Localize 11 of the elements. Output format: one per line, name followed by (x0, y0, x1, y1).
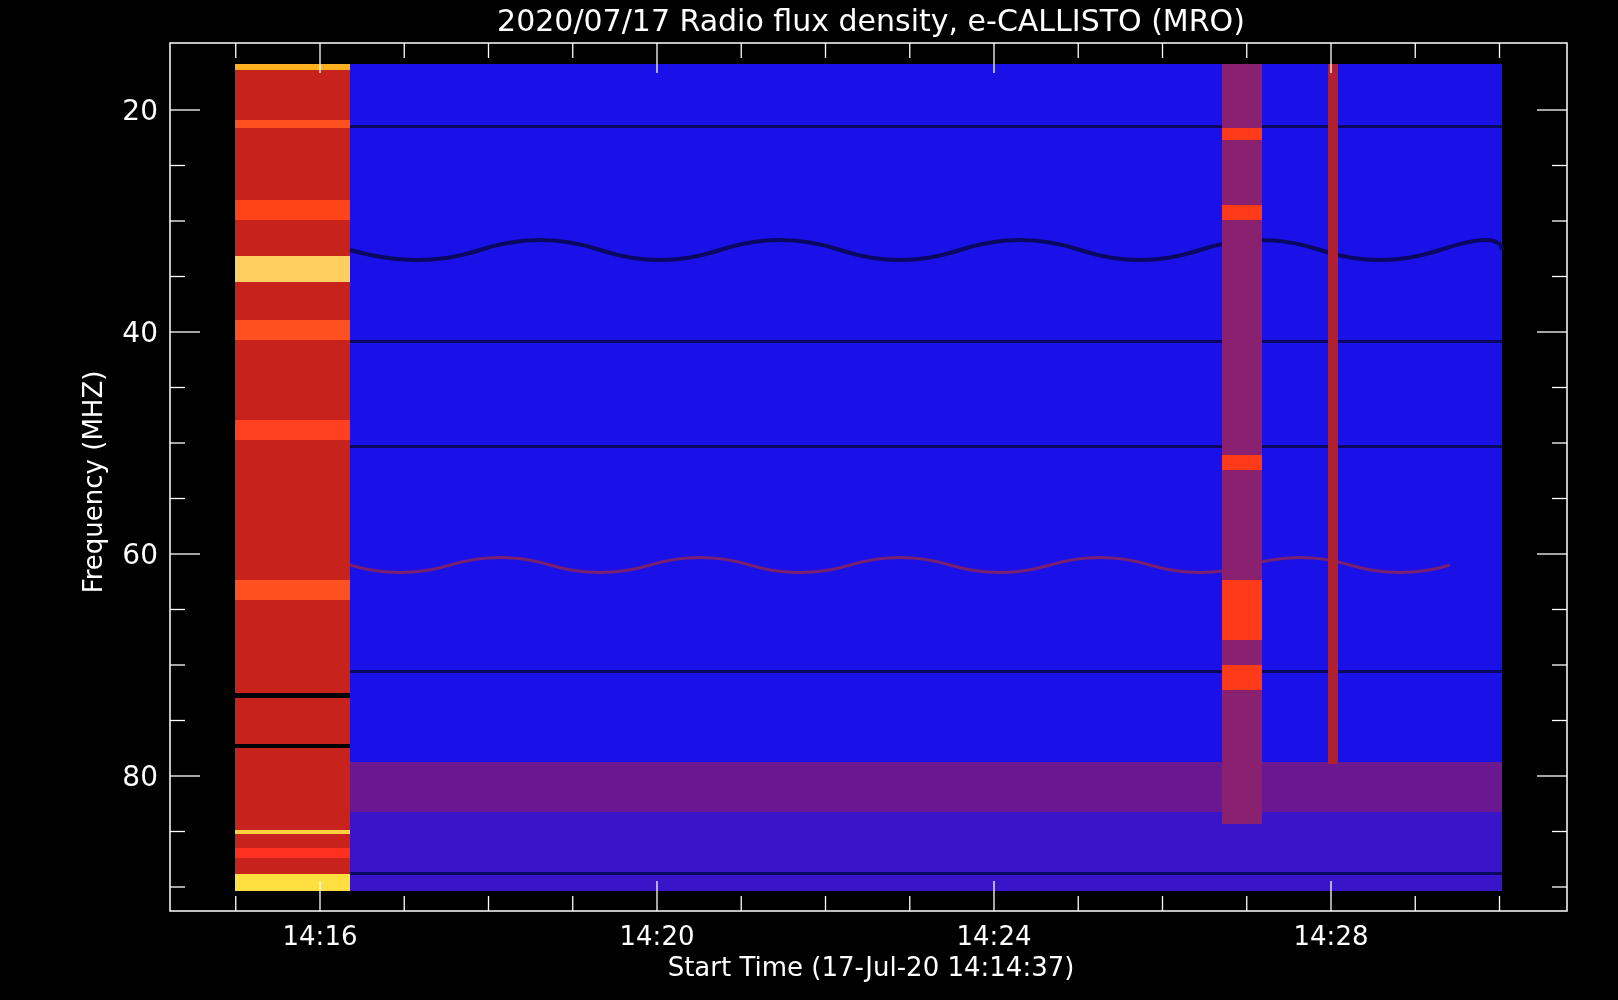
y-tick-label: 80 (122, 760, 158, 793)
y-axis-label: Frequency (MHZ) (78, 370, 108, 594)
x-tick-label: 14:24 (956, 921, 1032, 951)
y-tick-label: 40 (122, 316, 158, 349)
chart-title: 2020/07/17 Radio flux density, e-CALLISTO (MRO) (497, 3, 1245, 38)
x-axis-label: Start Time (17-Jul-20 14:14:37) (667, 952, 1075, 982)
x-tick-label: 14:20 (619, 921, 695, 951)
y-tick-label: 20 (122, 94, 158, 127)
x-tick-label: 14:16 (282, 921, 358, 951)
x-tick-label: 14:28 (1293, 921, 1369, 951)
y-tick-label: 60 (122, 538, 158, 571)
